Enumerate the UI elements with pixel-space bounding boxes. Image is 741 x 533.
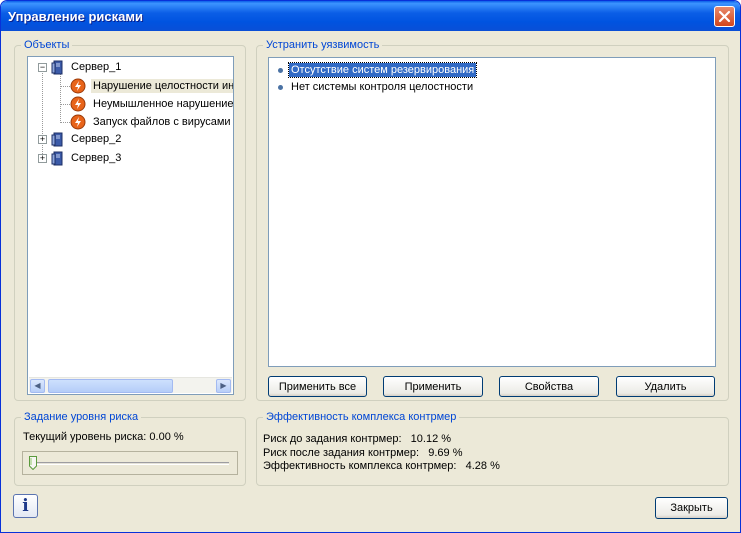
collapse-toggle[interactable]: − [38,62,47,72]
vulnerability-item[interactable]: Нет системы контроля целостности [275,79,475,95]
objects-tree[interactable]: − Сервер_1 Нарушение целостности ин Неум… [27,56,234,395]
tree-line [60,73,61,123]
close-window-button[interactable] [714,6,735,27]
risk-after-text: Риск после задания контрмер: 9.69 % [263,447,463,459]
objects-legend: Объекты [21,39,73,52]
risk-management-window: Управление рисками Объекты − Сервер_1 На… [0,0,741,533]
apply-all-button[interactable]: Применить все [268,376,367,397]
tree-item-label: Нарушение целостности ин [91,79,233,93]
tree-item-label: Сервер_3 [71,152,122,164]
close-button[interactable]: Закрыть [655,497,728,519]
tree-line [61,122,70,123]
scroll-right-arrow-icon[interactable]: ▶ [216,379,231,393]
risk-before-text: Риск до задания контрмер: 10.12 % [263,433,452,445]
lightning-threat-icon [70,114,86,130]
risk-level-legend: Задание уровня риска [21,411,142,424]
slider-track [31,462,229,465]
properties-button[interactable]: Свойства [499,376,599,397]
delete-button[interactable]: Удалить [616,376,715,397]
vulnerability-label: Отсутствие систем резервирования [287,62,478,78]
vulnerability-legend: Устранить уязвимость [263,39,383,52]
bullet-icon [278,84,283,90]
vulnerability-item[interactable]: Отсутствие систем резервирования [275,62,478,78]
server-icon [51,132,63,146]
tree-item-server-3[interactable]: + Сервер_3 [38,149,123,167]
horizontal-scrollbar[interactable]: ◀ ▶ [29,377,232,393]
efficiency-text: Эффективность комплекса контрмер: 4.28 % [263,460,500,472]
efficiency-legend: Эффективность комплекса контрмер [263,411,460,424]
tree-item-threat[interactable]: Запуск файлов с вирусами [70,113,233,131]
close-icon [718,10,731,23]
scrollbar-thumb[interactable] [48,379,173,393]
vulnerability-list[interactable]: Отсутствие систем резервирования Нет сис… [268,57,716,367]
window-title: Управление рисками [8,9,143,24]
tree-item-label: Сервер_2 [71,133,122,145]
info-button[interactable]: i [13,494,38,518]
tree-item-server-1[interactable]: − Сервер_1 [38,58,123,76]
current-risk-level-label: Текущий уровень риска: 0.00 % [23,431,184,443]
apply-button[interactable]: Применить [383,376,483,397]
lightning-threat-icon [70,96,86,112]
lightning-threat-icon [70,78,86,94]
tree-item-threat[interactable]: Нарушение целостности ин [70,77,233,95]
server-icon [51,151,63,165]
expand-toggle[interactable]: + [38,134,47,144]
tree-item-label: Неумышленное нарушение [93,98,234,110]
tree-item-server-2[interactable]: + Сервер_2 [38,130,123,148]
expand-toggle[interactable]: + [38,153,47,163]
scroll-left-arrow-icon[interactable]: ◀ [30,379,45,393]
tree-line [61,86,70,87]
tree-line [61,104,70,105]
server-icon [51,60,63,74]
tree-item-threat[interactable]: Неумышленное нарушение [70,95,234,113]
vulnerability-label: Нет системы контроля целостности [291,81,474,93]
bullet-icon [278,67,283,73]
tree-item-label: Сервер_1 [71,61,122,73]
title-bar[interactable]: Управление рисками [1,1,740,31]
tree-item-label: Запуск файлов с вирусами [93,116,231,128]
risk-level-slider[interactable] [22,451,238,475]
slider-thumb[interactable] [29,456,37,470]
